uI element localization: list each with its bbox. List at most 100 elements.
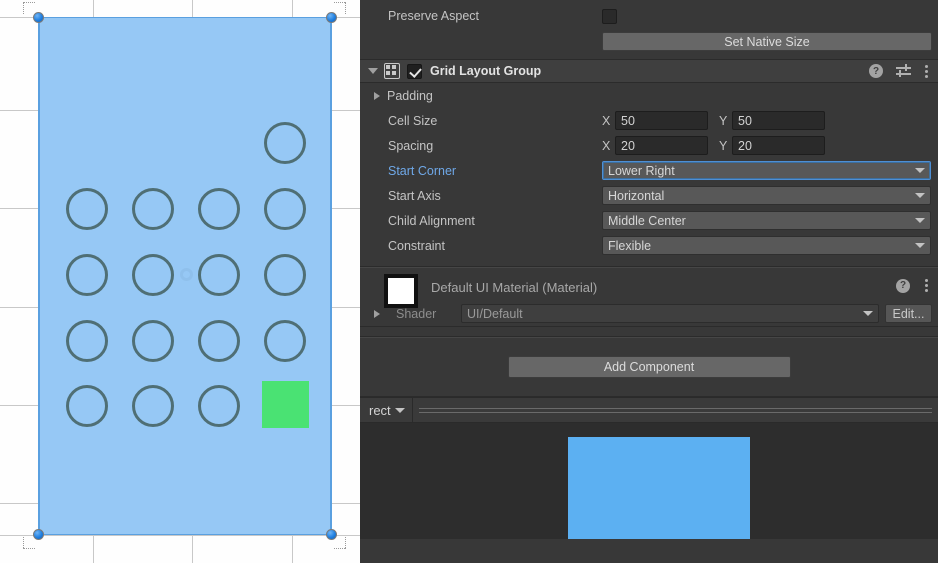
child-alignment-label: Child Alignment (388, 213, 475, 228)
preview-toolbar: rect (360, 397, 938, 423)
preview-mode-label: rect (369, 402, 391, 418)
grid-cell-circle[interactable] (198, 254, 240, 296)
scene-view[interactable] (0, 0, 360, 563)
component-header-icons: ? (869, 64, 938, 79)
chevron-down-icon (915, 243, 925, 248)
chevron-down-icon (915, 168, 925, 173)
start-corner-dropdown[interactable]: Lower Right (602, 161, 931, 180)
preview-slider[interactable] (418, 404, 932, 416)
material-title: Default UI Material (Material) (431, 280, 598, 295)
more-menu-icon[interactable] (924, 278, 928, 293)
spacing-y-axis-label: Y (719, 138, 728, 153)
start-axis-row: Start Axis Horizontal (360, 183, 938, 208)
anchor-handle-top-right[interactable] (324, 2, 346, 25)
anchor-handle-top-left[interactable] (23, 2, 46, 25)
chevron-down-icon (863, 311, 873, 316)
cell-size-row: Cell Size X 50 Y 50 (360, 108, 938, 133)
add-component-button[interactable]: Add Component (507, 356, 791, 378)
grid-cell-circle[interactable] (264, 188, 306, 230)
anchor-handle-bottom-left[interactable] (23, 527, 46, 549)
constraint-dropdown[interactable]: Flexible (602, 236, 931, 255)
cell-size-label: Cell Size (388, 113, 438, 128)
rect-edge-bottom[interactable] (38, 534, 332, 535)
rect-edge-left[interactable] (38, 17, 40, 535)
grid-cell-circle[interactable] (264, 254, 306, 296)
preset-icon[interactable] (896, 64, 911, 78)
chevron-down-icon (915, 193, 925, 198)
cell-size-y-input[interactable]: 50 (732, 111, 825, 130)
preserve-aspect-row: Preserve Aspect (360, 0, 938, 32)
preview-stage[interactable] (360, 423, 938, 539)
rect-edge-top[interactable] (38, 17, 332, 18)
grid-cell-circle[interactable] (66, 320, 108, 362)
spacing-y-input[interactable]: 20 (732, 136, 825, 155)
grid-cell-circle[interactable] (66, 254, 108, 296)
help-icon[interactable]: ? (869, 64, 883, 78)
child-alignment-row: Child Alignment Middle Center (360, 208, 938, 233)
grid-cell-circle[interactable] (132, 320, 174, 362)
start-axis-dropdown[interactable]: Horizontal (602, 186, 931, 205)
padding-label: Padding (387, 88, 433, 103)
help-icon[interactable]: ? (896, 278, 910, 293)
start-corner-row: Start Corner Lower Right (360, 158, 938, 183)
add-component-row: Add Component (360, 338, 938, 396)
spacing-row: Spacing X 20 Y 20 (360, 133, 938, 158)
grid-cell-circle[interactable] (198, 188, 240, 230)
start-axis-value: Horizontal (608, 188, 665, 203)
preview-mode-dropdown[interactable]: rect (360, 397, 413, 423)
constraint-row: Constraint Flexible (360, 233, 938, 258)
grid-cell-circle[interactable] (264, 320, 306, 362)
chevron-down-icon[interactable] (368, 68, 378, 74)
preserve-aspect-label: Preserve Aspect (388, 9, 480, 23)
cell-size-x-axis-label: X (602, 113, 611, 128)
spacing-label: Spacing (388, 138, 434, 153)
grid-cell-selected-square[interactable] (262, 381, 309, 428)
grid-cell-circle[interactable] (132, 385, 174, 427)
grid-line-horizontal (0, 535, 360, 536)
spacing-x-axis-label: X (602, 138, 611, 153)
more-menu-icon[interactable] (924, 64, 928, 79)
constraint-label: Constraint (388, 238, 445, 253)
start-corner-label: Start Corner (388, 163, 457, 178)
child-alignment-value: Middle Center (608, 213, 686, 228)
grid-cell-circle[interactable] (132, 254, 174, 296)
pivot-handle[interactable] (180, 268, 193, 281)
preview-image (568, 437, 750, 539)
inspector-panel: Preserve Aspect Set Native Size Grid Lay… (360, 0, 938, 563)
shader-label: Shader (396, 306, 437, 321)
shader-value: UI/Default (467, 306, 523, 321)
start-corner-value: Lower Right (608, 163, 675, 178)
chevron-right-icon[interactable] (374, 91, 380, 100)
set-native-size-row: Set Native Size (360, 32, 938, 59)
material-block: Default UI Material (Material) ? Shader … (360, 268, 938, 326)
grid-cell-circle[interactable] (66, 385, 108, 427)
grid-cell-circle[interactable] (132, 188, 174, 230)
material-header-icons: ? (896, 278, 938, 293)
constraint-value: Flexible (608, 238, 652, 253)
chevron-down-icon (394, 407, 405, 413)
child-alignment-dropdown[interactable]: Middle Center (602, 211, 931, 230)
cell-size-y-axis-label: Y (719, 113, 728, 128)
grid-layout-group-header[interactable]: Grid Layout Group ? (360, 59, 938, 83)
anchor-handle-bottom-right[interactable] (324, 527, 346, 549)
grid-cell-circle[interactable] (66, 188, 108, 230)
set-native-size-button[interactable]: Set Native Size (602, 32, 932, 51)
material-preview-swatch[interactable] (384, 274, 418, 308)
preserve-aspect-checkbox[interactable] (602, 8, 617, 24)
padding-row[interactable]: Padding (360, 83, 938, 108)
grid-layout-group-enabled-checkbox[interactable] (407, 63, 422, 79)
grid-layout-group-title: Grid Layout Group (430, 64, 542, 78)
material-foldout-chevron-right-icon[interactable] (374, 309, 380, 318)
shader-dropdown[interactable]: UI/Default (461, 304, 879, 323)
spacing-x-input[interactable]: 20 (615, 136, 708, 155)
start-axis-label: Start Axis (388, 188, 441, 203)
grid-cell-circle[interactable] (264, 122, 306, 164)
grid-cell-circle[interactable] (198, 385, 240, 427)
rect-edge-right[interactable] (330, 17, 332, 535)
chevron-down-icon (915, 218, 925, 223)
unity-editor-window: Preserve Aspect Set Native Size Grid Lay… (0, 0, 938, 563)
cell-size-x-input[interactable]: 50 (615, 111, 708, 130)
grid-cell-circle[interactable] (198, 320, 240, 362)
grid-layout-component-icon (384, 63, 400, 79)
shader-edit-button[interactable]: Edit... (885, 304, 932, 323)
